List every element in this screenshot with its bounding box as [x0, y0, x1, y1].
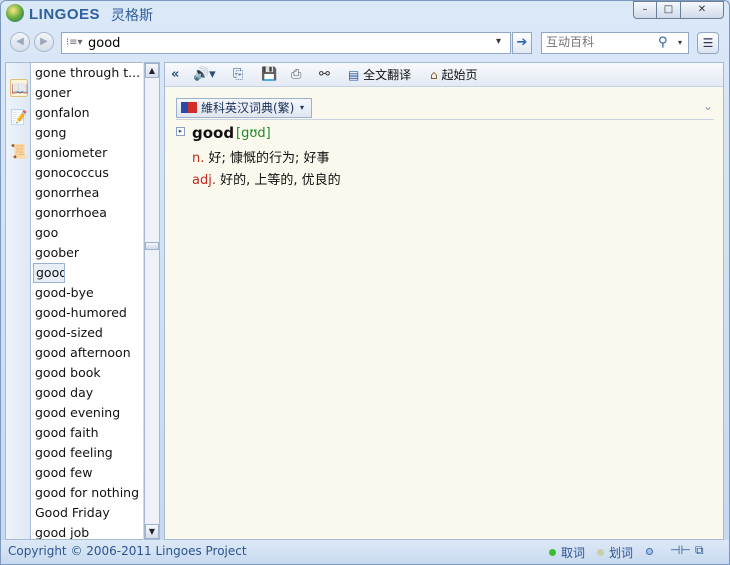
word-list-item[interactable]: goober: [31, 243, 143, 263]
go-button[interactable]: ➔: [512, 32, 532, 54]
word-list-item[interactable]: goo: [31, 223, 143, 243]
search-input[interactable]: [88, 35, 488, 51]
app-title: LINGOES: [29, 6, 101, 23]
flag-icon: [181, 102, 197, 113]
select-lookup-label: 划词: [609, 546, 634, 560]
word-list-item[interactable]: gonorrhea: [31, 183, 143, 203]
mini-mode-icon[interactable]: ⧉: [695, 543, 704, 558]
word-list-scrollbar[interactable]: ▲ ▼: [144, 62, 160, 540]
main-menu-button[interactable]: ☰: [697, 32, 719, 54]
scroll-up-button[interactable]: ▲: [145, 63, 159, 78]
status-dot-icon: [597, 549, 604, 556]
word-list-item[interactable]: good for nothing: [31, 483, 143, 503]
translate-icon: ▤: [348, 68, 360, 82]
minimize-button[interactable]: –: [633, 1, 657, 19]
word-list-item[interactable]: good day: [31, 383, 143, 403]
wiki-search-box: ⚲ ▾: [541, 32, 689, 54]
scroll-thumb[interactable]: [145, 242, 159, 250]
back-button[interactable]: ◀: [10, 32, 30, 52]
word-list-item[interactable]: gonococcus: [31, 163, 143, 183]
forward-button[interactable]: ▶: [34, 32, 54, 52]
expand-entry-icon[interactable]: ▸: [176, 127, 185, 136]
word-list-item[interactable]: gone through t...: [31, 63, 143, 83]
quick-lookup-label: 取词: [561, 546, 586, 560]
select-lookup-toggle[interactable]: 划词: [597, 544, 633, 561]
sidebar: 📖 📝 📜: [5, 62, 31, 540]
chevron-down-icon[interactable]: ⌄: [703, 99, 713, 113]
full-text-translate-button[interactable]: ▤ 全文翻译: [348, 66, 411, 84]
definition-text: 好; 慷慨的行为; 好事: [208, 151, 330, 166]
word-list-item[interactable]: good book: [31, 363, 143, 383]
find-icon[interactable]: ⚯: [319, 66, 330, 84]
dictionary-name: 維科英汉词典(繁): [201, 101, 295, 115]
definition-text: 好的, 上等的, 优良的: [220, 173, 341, 188]
search-icon[interactable]: ⚲: [658, 35, 668, 50]
status-dot-icon: [549, 549, 556, 556]
save-icon[interactable]: 💾: [261, 66, 277, 84]
scroll-down-button[interactable]: ▼: [145, 524, 159, 539]
dictionary-list-icon[interactable]: ⁝≡▾: [66, 37, 83, 48]
word-list-item[interactable]: good: [33, 263, 65, 283]
definition-toolbar: « 🔊▾ ⎘ 💾 ⎙ ⚯ ▤ 全文翻译 ⌂ 起始页: [165, 63, 723, 87]
close-button[interactable]: ✕: [680, 1, 724, 19]
speaker-icon[interactable]: 🔊▾: [193, 66, 216, 84]
status-indicator-icon[interactable]: [646, 548, 653, 555]
note-icon[interactable]: 📜: [10, 143, 28, 161]
word-list-item[interactable]: good-sized: [31, 323, 143, 343]
book-icon[interactable]: 📖: [10, 79, 28, 97]
maximize-button[interactable]: □: [656, 1, 681, 19]
collapse-panel-button[interactable]: «: [171, 66, 179, 84]
print-icon[interactable]: ⎙: [291, 66, 301, 84]
word-list-item[interactable]: good-humored: [31, 303, 143, 323]
word-list-item[interactable]: good few: [31, 463, 143, 483]
wiki-dropdown-icon[interactable]: ▾: [678, 38, 682, 47]
quick-lookup-toggle[interactable]: 取词: [549, 544, 585, 561]
part-of-speech: n.: [192, 151, 205, 166]
wiki-search-input[interactable]: [546, 35, 656, 49]
edit-icon[interactable]: 📝: [10, 109, 28, 127]
phonetic: [gʊd]: [236, 126, 271, 141]
word-list-item[interactable]: gonorrhoea: [31, 203, 143, 223]
word-list-item[interactable]: goniometer: [31, 143, 143, 163]
part-of-speech: adj.: [192, 173, 216, 188]
lingoes-logo-icon: [6, 4, 24, 22]
definition-line: n. 好; 慷慨的行为; 好事: [192, 147, 330, 166]
title-bar: LINGOES 灵格斯 – □ ✕: [1, 1, 729, 27]
word-list-item[interactable]: good feeling: [31, 443, 143, 463]
search-toolbar: ◀ ▶ ⁝≡▾ ▾ ➔ ⚲ ▾ ☰: [1, 29, 729, 57]
search-box: ⁝≡▾ ▾: [61, 32, 511, 54]
word-list-item[interactable]: good job: [31, 523, 143, 539]
word-list-item[interactable]: good-bye: [31, 283, 143, 303]
dictionary-tab[interactable]: 維科英汉词典(繁) ▾: [176, 98, 312, 118]
home-button[interactable]: ⌂ 起始页: [430, 66, 477, 84]
word-list-item[interactable]: gong: [31, 123, 143, 143]
home-label: 起始页: [441, 68, 478, 82]
word-list-item[interactable]: good evening: [31, 403, 143, 423]
definition-line: adj. 好的, 上等的, 优良的: [192, 169, 341, 188]
pin-icon[interactable]: ⊣⊢: [670, 543, 691, 557]
home-icon: ⌂: [430, 68, 438, 82]
word-list-item[interactable]: Good Friday: [31, 503, 143, 523]
copyright-text: Copyright © 2006-2011 Lingoes Project: [8, 544, 247, 558]
word-list-item[interactable]: good faith: [31, 423, 143, 443]
status-bar: Copyright © 2006-2011 Lingoes Project 取词…: [1, 540, 729, 564]
word-list-item[interactable]: good afternoon: [31, 343, 143, 363]
copy-icon[interactable]: ⎘: [233, 66, 243, 84]
word-list: gone through t... goner gonfalon gong goniom…: [31, 62, 143, 540]
word-list-item[interactable]: gonfalon: [31, 103, 143, 123]
word-list-item[interactable]: goner: [31, 83, 143, 103]
headword: good: [192, 124, 235, 142]
app-title-chinese: 灵格斯: [111, 8, 153, 24]
dictionary-divider: [176, 119, 714, 120]
search-history-dropdown-icon[interactable]: ▾: [496, 36, 501, 47]
app-window: LINGOES 灵格斯 – □ ✕ ◀ ▶ ⁝≡▾ ▾ ➔ ⚲ ▾ ☰ 📖 📝 …: [0, 0, 730, 565]
dropdown-arrow-icon[interactable]: ▾: [300, 99, 304, 117]
translate-label: 全文翻译: [363, 68, 412, 82]
definition-panel: « 🔊▾ ⎘ 💾 ⎙ ⚯ ▤ 全文翻译 ⌂ 起始页 維科英汉词典(繁) ▾ ⌄ …: [164, 62, 724, 540]
